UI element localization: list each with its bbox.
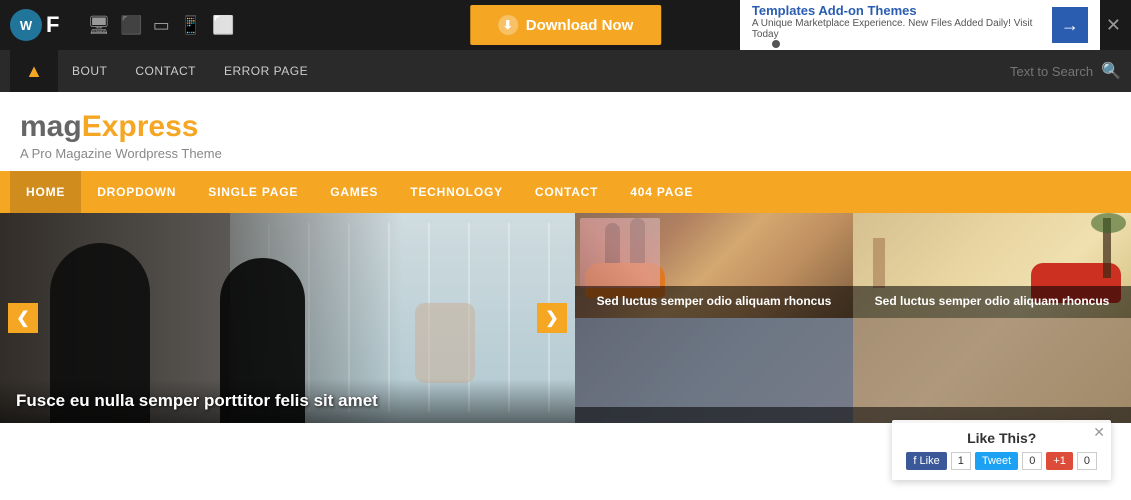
- object-placeholder: [415, 303, 475, 383]
- nav-item-games[interactable]: GAMES: [314, 171, 394, 213]
- side-row-bottom: [575, 318, 1131, 423]
- side-card-1[interactable]: Sed luctus semper odio aliquam rhoncus: [575, 213, 853, 318]
- nav-link-bout[interactable]: BOUT: [58, 64, 121, 78]
- tablet-portrait-icon[interactable]: ▭: [153, 15, 170, 36]
- top-ad-bar: W F 🖥 ⬛ ▭ 📱 ⬜ ⬇ Download Now Templates A…: [0, 0, 1131, 50]
- wpf-logo: W F: [10, 9, 59, 41]
- slider-next-button[interactable]: ❯: [537, 303, 567, 333]
- side-card-3[interactable]: [575, 318, 853, 423]
- slider-caption: Fusce eu nulla semper porttitor felis si…: [0, 379, 575, 423]
- tablet-landscape-icon[interactable]: ⬛: [120, 15, 142, 36]
- logo-area: magExpress A Pro Magazine Wordpress Them…: [0, 92, 1131, 171]
- search-input[interactable]: [953, 64, 1093, 79]
- wp-letter: W: [20, 18, 32, 33]
- secondary-nav-links: BOUT CONTACT ERROR PAGE: [58, 64, 322, 78]
- site-logo: magExpress: [20, 110, 1111, 144]
- ad-dot-1[interactable]: [760, 40, 768, 48]
- nav-item-404-page[interactable]: 404 PAGE: [614, 171, 709, 213]
- nav-link-error-page[interactable]: ERROR PAGE: [210, 64, 322, 78]
- logo-mag: mag: [20, 110, 82, 143]
- social-bar: ✕ Like This? f Like 1 Tweet 0 +1 0: [892, 420, 1111, 480]
- googleplus-button[interactable]: +1: [1046, 452, 1073, 470]
- logo-express: Express: [82, 110, 199, 143]
- main-slider: Fusce eu nulla semper porttitor felis si…: [0, 213, 575, 423]
- search-icon[interactable]: 🔍: [1101, 61, 1121, 81]
- fb-label: Like: [920, 455, 940, 467]
- ad-banner-text: Templates Add-on Themes A Unique Marketp…: [752, 3, 1042, 40]
- up-arrow-icon: ▲: [25, 61, 43, 82]
- side-card-1-caption: Sed luctus semper odio aliquam rhoncus: [575, 286, 853, 318]
- nav-link-contact[interactable]: CONTACT: [121, 64, 210, 78]
- close-social-icon[interactable]: ✕: [1093, 424, 1105, 441]
- download-button-wrapper: ⬇ Download Now: [470, 5, 662, 45]
- small-screen-icon[interactable]: ⬜: [212, 15, 234, 36]
- secondary-nav-bar: ▲ BOUT CONTACT ERROR PAGE 🔍: [0, 50, 1131, 92]
- main-nav: HOME DROPDOWN SINGLE PAGE GAMES TECHNOLO…: [0, 171, 1131, 213]
- ad-dots: [760, 40, 1042, 48]
- nav-item-technology[interactable]: TECHNOLOGY: [394, 171, 519, 213]
- nav-item-home[interactable]: HOME: [10, 171, 81, 213]
- side-row-top: Sed luctus semper odio aliquam rhoncus S…: [575, 213, 1131, 318]
- social-buttons: f Like 1 Tweet 0 +1 0: [906, 452, 1097, 470]
- side-card-2-caption: Sed luctus semper odio aliquam rhoncus: [853, 286, 1131, 318]
- ad-desc: A Unique Marketplace Experience. New Fil…: [752, 18, 1042, 40]
- like-this-label: Like This?: [967, 430, 1036, 446]
- side-cards: Sed luctus semper odio aliquam rhoncus S…: [575, 213, 1131, 423]
- fb-icon: f: [913, 455, 916, 467]
- ad-title: Templates Add-on Themes: [752, 3, 1042, 18]
- twitter-count: 0: [1022, 452, 1042, 470]
- content-area: Fusce eu nulla semper porttitor felis si…: [0, 213, 1131, 423]
- download-label: Download Now: [526, 17, 634, 34]
- twitter-tweet-button[interactable]: Tweet: [975, 452, 1018, 470]
- slider-prev-button[interactable]: ❮: [8, 303, 38, 333]
- side-card-2[interactable]: Sed luctus semper odio aliquam rhoncus: [853, 213, 1131, 318]
- ad-dot-2[interactable]: [772, 40, 780, 48]
- wpf-text: F: [46, 12, 59, 38]
- desktop-icon[interactable]: 🖥: [87, 15, 110, 36]
- ad-banner: Templates Add-on Themes A Unique Marketp…: [740, 0, 1100, 50]
- side-card-3-caption: [575, 407, 853, 423]
- device-icons: 🖥 ⬛ ▭ 📱 ⬜: [87, 15, 234, 36]
- nav-item-dropdown[interactable]: DROPDOWN: [81, 171, 192, 213]
- download-icon: ⬇: [498, 15, 518, 35]
- side-card-4[interactable]: [853, 318, 1131, 423]
- close-icon[interactable]: ✕: [1106, 15, 1121, 36]
- nav-up-button[interactable]: ▲: [10, 50, 58, 92]
- wordpress-icon: W: [10, 9, 42, 41]
- facebook-like-button[interactable]: f Like: [906, 452, 946, 470]
- mobile-icon[interactable]: 📱: [180, 15, 202, 36]
- ad-arrow-button[interactable]: →: [1052, 7, 1088, 43]
- facebook-count: 1: [951, 452, 971, 470]
- nav-item-single-page[interactable]: SINGLE PAGE: [192, 171, 314, 213]
- googleplus-count: 0: [1077, 452, 1097, 470]
- logo-tagline: A Pro Magazine Wordpress Theme: [20, 146, 1111, 161]
- search-area: 🔍: [953, 61, 1121, 81]
- nav-item-contact[interactable]: CONTACT: [519, 171, 614, 213]
- download-now-button[interactable]: ⬇ Download Now: [470, 5, 662, 45]
